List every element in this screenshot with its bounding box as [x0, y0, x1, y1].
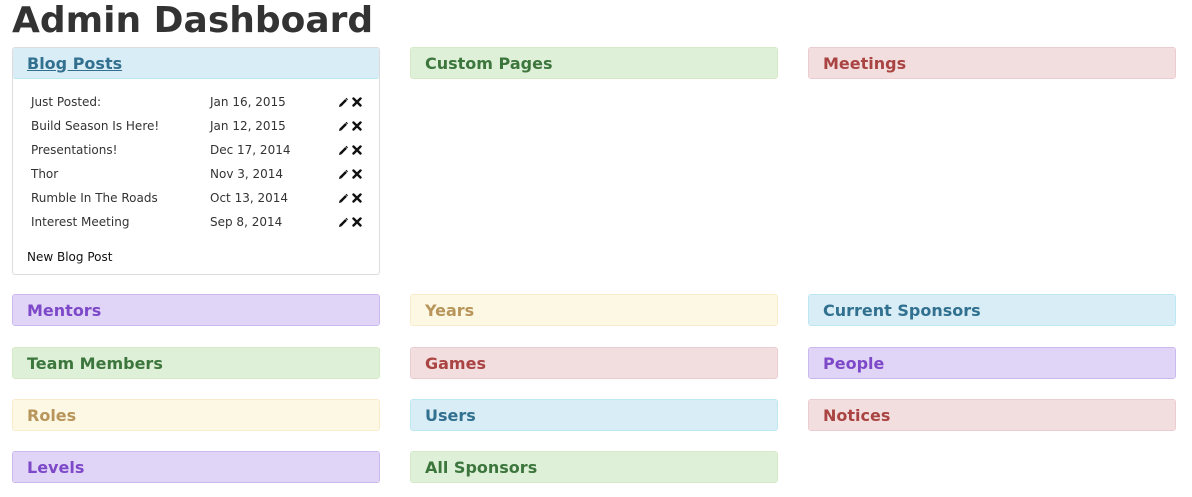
panel-heading[interactable]: Games	[411, 348, 777, 378]
close-icon[interactable]	[352, 192, 362, 204]
blog-post-date: Jan 12, 2015	[210, 119, 286, 133]
blog-post-date: Oct 13, 2014	[210, 191, 288, 205]
table-row: Presentations! Dec 17, 2014	[31, 138, 371, 162]
row-actions	[338, 144, 362, 156]
panel-heading[interactable]: Custom Pages	[411, 48, 777, 78]
current-sponsors-panel[interactable]: Current Sponsors	[808, 294, 1176, 326]
panel-heading[interactable]: Mentors	[13, 295, 379, 325]
panel-heading[interactable]: Meetings	[809, 48, 1175, 78]
row-actions	[338, 168, 362, 180]
row-actions	[338, 192, 362, 204]
pencil-icon[interactable]	[338, 96, 348, 108]
row-actions	[338, 120, 362, 132]
table-row: Just Posted: Jan 16, 2015	[31, 90, 371, 114]
blog-posts-link[interactable]: Blog Posts	[27, 54, 122, 73]
games-panel[interactable]: Games	[410, 347, 778, 379]
panel-heading[interactable]: Notices	[809, 400, 1175, 430]
users-panel[interactable]: Users	[410, 399, 778, 431]
table-row: Thor Nov 3, 2014	[31, 162, 371, 186]
team-members-panel[interactable]: Team Members	[12, 347, 380, 379]
panel-heading[interactable]: Team Members	[13, 348, 379, 378]
panel-heading[interactable]: Levels	[13, 452, 379, 482]
close-icon[interactable]	[352, 144, 362, 156]
blog-post-title: Build Season Is Here!	[31, 119, 160, 133]
levels-panel[interactable]: Levels	[12, 451, 380, 483]
blog-post-title: Presentations!	[31, 143, 118, 157]
custom-pages-panel[interactable]: Custom Pages	[410, 47, 778, 79]
pencil-icon[interactable]	[338, 168, 348, 180]
all-sponsors-panel[interactable]: All Sponsors	[410, 451, 778, 483]
blog-posts-panel: Blog Posts Just Posted: Jan 16, 2015 Bui…	[12, 47, 380, 275]
panel-heading[interactable]: Years	[411, 295, 777, 325]
panel-heading[interactable]: People	[809, 348, 1175, 378]
blog-post-title: Thor	[31, 167, 59, 181]
notices-panel[interactable]: Notices	[808, 399, 1176, 431]
pencil-icon[interactable]	[338, 192, 348, 204]
blog-post-date: Dec 17, 2014	[210, 143, 291, 157]
blog-post-list: Just Posted: Jan 16, 2015 Build Season I…	[31, 90, 371, 234]
close-icon[interactable]	[352, 168, 362, 180]
pencil-icon[interactable]	[338, 216, 348, 228]
roles-panel[interactable]: Roles	[12, 399, 380, 431]
close-icon[interactable]	[352, 96, 362, 108]
blog-post-title: Rumble In The Roads	[31, 191, 158, 205]
panel-heading[interactable]: Users	[411, 400, 777, 430]
table-row: Interest Meeting Sep 8, 2014	[31, 210, 371, 234]
blog-post-date: Jan 16, 2015	[210, 95, 286, 109]
panel-heading[interactable]: Roles	[13, 400, 379, 430]
blog-post-title: Just Posted:	[31, 95, 102, 109]
blog-post-date: Sep 8, 2014	[210, 215, 283, 229]
pencil-icon[interactable]	[338, 144, 348, 156]
years-panel[interactable]: Years	[410, 294, 778, 326]
row-actions	[338, 216, 362, 228]
mentors-panel[interactable]: Mentors	[12, 294, 380, 326]
panel-heading[interactable]: All Sponsors	[411, 452, 777, 482]
meetings-panel[interactable]: Meetings	[808, 47, 1176, 79]
page-title: Admin Dashboard	[12, 0, 374, 41]
panel-heading[interactable]: Current Sponsors	[809, 295, 1175, 325]
people-panel[interactable]: People	[808, 347, 1176, 379]
blog-posts-heading: Blog Posts	[13, 48, 379, 79]
close-icon[interactable]	[352, 120, 362, 132]
table-row: Build Season Is Here! Jan 12, 2015	[31, 114, 371, 138]
close-icon[interactable]	[352, 216, 362, 228]
row-actions	[338, 96, 362, 108]
blog-post-title: Interest Meeting	[31, 215, 130, 229]
blog-post-date: Nov 3, 2014	[210, 167, 284, 181]
pencil-icon[interactable]	[338, 120, 348, 132]
new-blog-post-link[interactable]: New Blog Post	[27, 250, 112, 264]
table-row: Rumble In The Roads Oct 13, 2014	[31, 186, 371, 210]
